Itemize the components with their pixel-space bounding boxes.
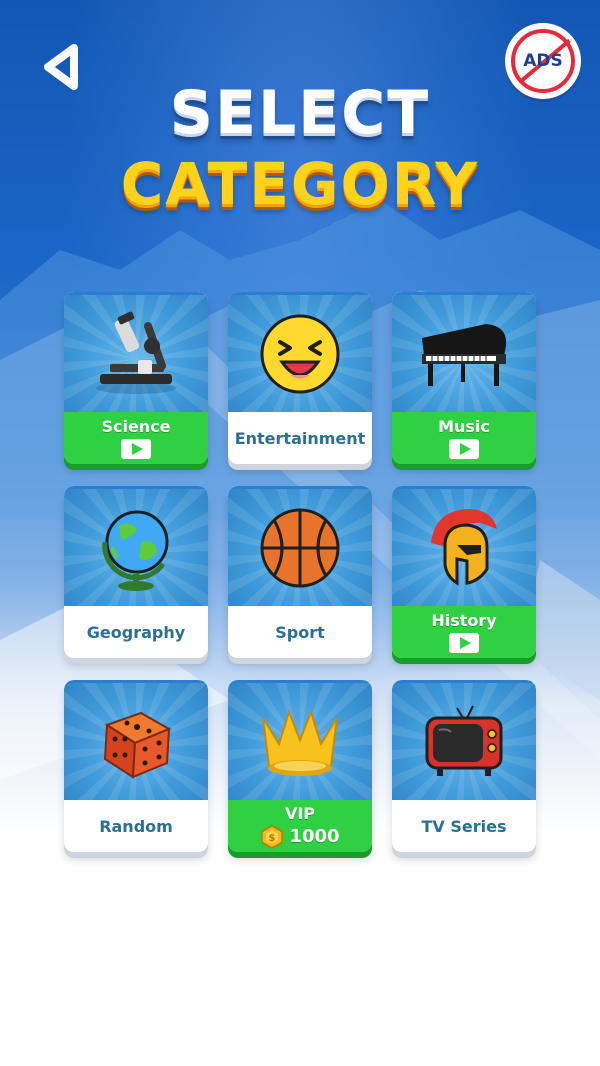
category-label: TV Series [421, 816, 507, 836]
category-label: History [431, 611, 497, 630]
ads-label: ADS [523, 51, 563, 71]
retro-tv-icon [425, 705, 503, 776]
basketball-icon [260, 508, 340, 587]
category-card-history[interactable]: History [392, 486, 536, 658]
category-grid: Science Entertainment Music Geography Sp… [64, 292, 537, 852]
category-label: Geography [86, 622, 186, 642]
spartan-helmet-icon [431, 508, 497, 586]
category-card-entertainment[interactable]: Entertainment [228, 292, 372, 464]
crown-icon [262, 708, 338, 776]
category-label: Science [101, 417, 171, 436]
video-play-icon [449, 633, 479, 653]
category-card-geography[interactable]: Geography [64, 486, 208, 658]
video-play-icon [121, 439, 151, 459]
page-title-line1: SELECT [169, 78, 431, 148]
category-card-science[interactable]: Science [64, 292, 208, 464]
grand-piano-icon [422, 323, 507, 386]
category-label: VIP [284, 803, 316, 823]
vip-price: $ 1000 [260, 824, 340, 849]
globe-icon [102, 510, 169, 591]
category-label: Entertainment [234, 428, 366, 448]
svg-text:$: $ [269, 833, 276, 844]
page-title-line2: CATEGORY [120, 150, 480, 218]
category-label: Random [99, 816, 173, 836]
category-card-tv-series[interactable]: TV Series [392, 680, 536, 852]
video-play-icon [449, 439, 479, 459]
laughing-emoji-icon [260, 314, 340, 393]
microscope-icon [96, 311, 176, 394]
coin-icon: $ [261, 824, 284, 849]
category-card-music[interactable]: Music [392, 292, 536, 464]
category-label: Sport [275, 622, 325, 642]
category-card-sport[interactable]: Sport [228, 486, 372, 658]
category-card-vip[interactable]: VIP $ 1000 [228, 680, 372, 852]
category-label: Music [438, 417, 490, 436]
vip-price-value: 1000 [289, 826, 340, 847]
category-card-random[interactable]: Random [64, 680, 208, 852]
dice-icon [103, 711, 172, 779]
